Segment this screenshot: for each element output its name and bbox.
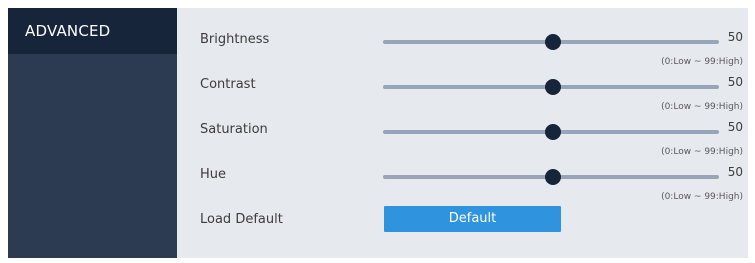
contrast-label: Contrast: [200, 77, 256, 92]
brightness-value: 50: [727, 30, 743, 44]
hue-value: 50: [727, 165, 743, 179]
brightness-slider-thumb[interactable]: [544, 34, 561, 50]
saturation-row: Saturation 50 (0:Low ~ 99:High): [177, 98, 748, 157]
saturation-slider-thumb[interactable]: [544, 124, 561, 140]
hue-row: Hue 50 (0:Low ~ 99:High): [177, 143, 748, 202]
contrast-value: 50: [727, 75, 743, 89]
contrast-slider-thumb[interactable]: [544, 79, 561, 95]
brightness-label: Brightness: [200, 32, 270, 47]
brightness-row: Brightness 50 (0:Low ~ 99:High): [177, 8, 748, 67]
contrast-row: Contrast 50 (0:Low ~ 99:High): [177, 53, 748, 112]
saturation-slider[interactable]: [383, 124, 719, 140]
advanced-settings-window: ADVANCED Brightness 50 (0:Low ~ 99:High)…: [8, 8, 748, 258]
hue-slider[interactable]: [383, 169, 719, 185]
hue-label: Hue: [200, 167, 227, 182]
brightness-slider[interactable]: [383, 34, 719, 50]
sidebar-item-advanced[interactable]: ADVANCED: [8, 8, 177, 54]
load-default-label: Load Default: [200, 212, 283, 227]
settings-panel: Brightness 50 (0:Low ~ 99:High) Contrast…: [177, 8, 748, 258]
default-button[interactable]: Default: [384, 206, 561, 232]
saturation-label: Saturation: [200, 122, 268, 137]
hue-range-hint: (0:Low ~ 99:High): [661, 192, 743, 202]
contrast-slider[interactable]: [383, 79, 719, 95]
hue-slider-thumb[interactable]: [544, 169, 561, 185]
sidebar: ADVANCED: [8, 8, 177, 258]
saturation-value: 50: [727, 120, 743, 134]
